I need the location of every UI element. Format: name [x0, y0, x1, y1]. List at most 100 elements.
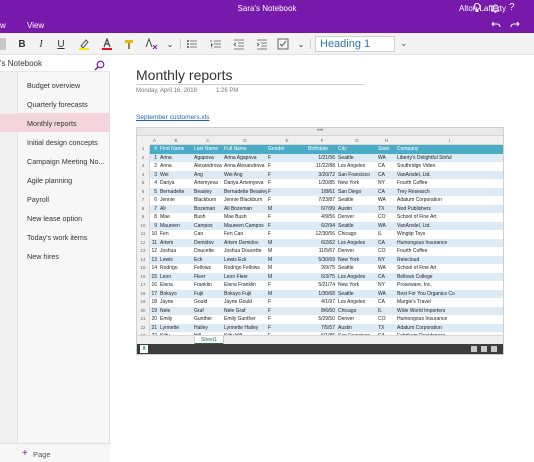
- page-item-budget-overview[interactable]: Budget overview: [18, 75, 110, 94]
- table-cell[interactable]: Bokuyo: [159, 289, 193, 298]
- table-cell[interactable]: Arina: [159, 153, 193, 162]
- table-cell[interactable]: WA: [377, 264, 396, 273]
- table-cell[interactable]: Anna Alexandrova: [223, 162, 267, 171]
- table-cell[interactable]: Artem: [159, 238, 193, 247]
- table-cell[interactable]: Ang: [193, 170, 223, 179]
- page-layout-icon[interactable]: [481, 346, 487, 352]
- table-cell[interactable]: Los Angeles: [337, 238, 377, 247]
- table-cell[interactable]: 1/8/61: [307, 187, 337, 196]
- table-cell[interactable]: Hailey: [193, 323, 223, 332]
- table-cell[interactable]: Chicago: [337, 230, 377, 239]
- table-cell[interactable]: San Francisco: [337, 170, 377, 179]
- table-cell[interactable]: Adatum Corporation: [396, 323, 503, 332]
- table-cell[interactable]: TX: [377, 323, 396, 332]
- row-number[interactable]: 16: [137, 272, 150, 281]
- table-cell[interactable]: 18: [150, 298, 159, 307]
- redo-icon[interactable]: [509, 19, 521, 30]
- menu-view[interactable]: View: [27, 21, 44, 30]
- table-cell[interactable]: Wingtip Toys: [396, 230, 503, 239]
- page-item-payroll[interactable]: Payroll: [18, 189, 110, 208]
- table-cell[interactable]: Austin: [337, 323, 377, 332]
- row-number[interactable]: 1: [137, 145, 150, 154]
- table-cell[interactable]: Bernadette: [159, 187, 193, 196]
- row-number[interactable]: 2: [137, 153, 150, 162]
- column-header[interactable]: B: [159, 136, 193, 145]
- table-cell[interactable]: 2: [150, 162, 159, 171]
- row-number[interactable]: 5: [137, 179, 150, 188]
- table-cell[interactable]: F: [267, 196, 307, 205]
- table-cell[interactable]: 11: [150, 238, 159, 247]
- table-cell[interactable]: Los Angeles: [337, 272, 377, 281]
- table-cell[interactable]: Cao: [193, 230, 223, 239]
- table-cell[interactable]: Agapova: [193, 153, 223, 162]
- table-cell[interactable]: Emily Gunther: [223, 315, 267, 324]
- table-cell[interactable]: Ali Bozeman: [223, 204, 267, 213]
- page-item-monthly-reports[interactable]: Monthly reports: [18, 113, 110, 132]
- table-cell[interactable]: F: [267, 298, 307, 307]
- table-cell[interactable]: 12: [150, 247, 159, 256]
- table-header-cell[interactable]: Last Name: [193, 145, 223, 154]
- row-number[interactable]: 11: [137, 230, 150, 239]
- row-number[interactable]: 9: [137, 213, 150, 222]
- table-cell[interactable]: Lewis: [159, 255, 193, 264]
- column-header[interactable]: C: [193, 136, 223, 145]
- table-cell[interactable]: F: [267, 323, 307, 332]
- table-cell[interactable]: Seattle: [337, 221, 377, 230]
- page-item-quarterly-forecasts[interactable]: Quarterly forecasts: [18, 94, 110, 113]
- table-header-cell[interactable]: Full Name: [223, 145, 267, 154]
- table-cell[interactable]: TX: [377, 204, 396, 213]
- table-cell[interactable]: Lynnette: [159, 323, 193, 332]
- page-item-new-lease-option[interactable]: New lease option: [18, 208, 110, 227]
- table-cell[interactable]: F: [267, 179, 307, 188]
- table-cell[interactable]: Artemyeva: [193, 179, 223, 188]
- table-cell[interactable]: Trey Research: [396, 187, 503, 196]
- table-cell[interactable]: M: [267, 255, 307, 264]
- table-cell[interactable]: CO: [377, 213, 396, 222]
- table-cell[interactable]: Franklin: [193, 281, 223, 290]
- table-cell[interactable]: 5/30/69: [307, 255, 337, 264]
- table-cell[interactable]: 21: [150, 323, 159, 332]
- table-cell[interactable]: Nele: [159, 306, 193, 315]
- table-cell[interactable]: 4/1/97: [307, 298, 337, 307]
- table-cell[interactable]: 1/21/56: [307, 153, 337, 162]
- table-cell[interactable]: 6/2/62: [307, 238, 337, 247]
- table-cell[interactable]: Southridge Video: [396, 162, 503, 171]
- menu-draw-partial[interactable]: w: [0, 21, 6, 30]
- row-number[interactable]: 14: [137, 255, 150, 264]
- row-number[interactable]: 4: [137, 170, 150, 179]
- table-cell[interactable]: CA: [377, 162, 396, 171]
- indent-icon[interactable]: [255, 37, 269, 51]
- table-cell[interactable]: Seattle: [337, 289, 377, 298]
- font-size-box-partial[interactable]: [0, 38, 6, 50]
- table-cell[interactable]: Margie's Travel: [396, 298, 503, 307]
- table-cell[interactable]: School of Fine Art: [396, 213, 503, 222]
- table-cell[interactable]: 1: [150, 153, 159, 162]
- table-cell[interactable]: 6/2/94: [307, 221, 337, 230]
- table-cell[interactable]: Gunther: [193, 315, 223, 324]
- row-number[interactable]: 10: [137, 221, 150, 230]
- row-number[interactable]: 18: [137, 289, 150, 298]
- table-cell[interactable]: 15: [150, 272, 159, 281]
- table-cell[interactable]: F: [267, 230, 307, 239]
- table-cell[interactable]: Arina Agapova: [223, 153, 267, 162]
- table-cell[interactable]: 8/6/60: [307, 306, 337, 315]
- table-cell[interactable]: Leon Fleer: [223, 272, 267, 281]
- page-title[interactable]: Monthly reports: [136, 67, 232, 83]
- table-cell[interactable]: VanArsdel, Ltd.: [396, 221, 503, 230]
- table-cell[interactable]: WA: [377, 196, 396, 205]
- tags-chevron-down-icon[interactable]: ⌄: [296, 37, 306, 51]
- table-cell[interactable]: F: [267, 187, 307, 196]
- row-number[interactable]: 15: [137, 264, 150, 273]
- table-cell[interactable]: Wei Ang: [223, 170, 267, 179]
- table-cell[interactable]: 12/30/56: [307, 230, 337, 239]
- table-cell[interactable]: Maureen: [159, 221, 193, 230]
- row-number[interactable]: 17: [137, 281, 150, 290]
- table-cell[interactable]: Bozeman: [193, 204, 223, 213]
- table-cell[interactable]: NY: [377, 281, 396, 290]
- table-cell[interactable]: Bellows College: [396, 272, 503, 281]
- table-cell[interactable]: 6/3/75: [307, 272, 337, 281]
- table-cell[interactable]: M: [267, 264, 307, 273]
- table-cell[interactable]: M: [267, 289, 307, 298]
- table-cell[interactable]: Eck: [193, 255, 223, 264]
- table-cell[interactable]: F: [267, 153, 307, 162]
